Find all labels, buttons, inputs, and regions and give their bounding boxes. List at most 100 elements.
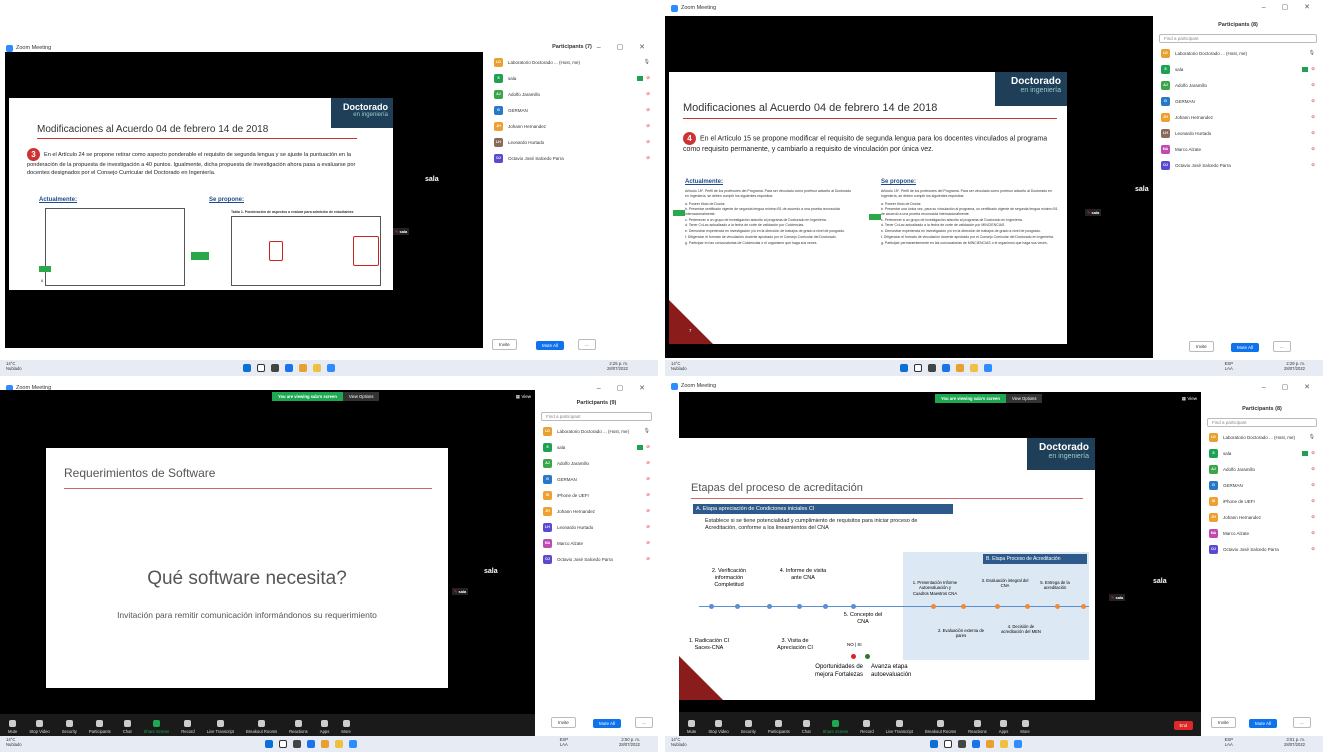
windows-start-icon[interactable] <box>900 364 908 372</box>
view-button[interactable]: ▦ View <box>516 394 531 400</box>
participant-row[interactable]: ID iPhone de UEFI ⊘ <box>535 487 658 503</box>
video-on-icon[interactable] <box>1302 450 1309 456</box>
more-button[interactable]: ... <box>635 717 653 728</box>
edge-icon[interactable] <box>285 364 293 372</box>
control-live-transcript[interactable]: Live Transcript <box>886 720 913 734</box>
mic-muted-icon[interactable]: ⊘ <box>646 91 650 97</box>
more-button[interactable]: ... <box>578 339 596 350</box>
participant-row[interactable]: LD Laboratorio Doctorado ... (Host, me) 🎙 <box>1201 429 1323 445</box>
participant-row[interactable]: OJ Octavio José Salcedo Parra ⊘ <box>486 150 658 166</box>
task-view-icon[interactable] <box>928 364 936 372</box>
participant-row[interactable]: MA Marco Alzate ⊘ <box>1201 525 1323 541</box>
mic-muted-icon[interactable]: ⊘ <box>1311 482 1315 488</box>
participant-row[interactable]: AJ Adolfo Jaramillo ⊘ <box>535 455 658 471</box>
control-share-screen[interactable]: Share Screen <box>144 720 169 734</box>
participant-row[interactable]: LD Laboratorio Doctorado ... (Host, me) 🎙 <box>486 54 658 70</box>
mic-muted-icon[interactable]: ⊘ <box>646 460 650 466</box>
window-controls[interactable]: – ▢ ✕ <box>1262 383 1317 391</box>
task-view-icon[interactable] <box>271 364 279 372</box>
invite-button[interactable]: Invite <box>1189 341 1214 352</box>
invite-button[interactable]: Invite <box>1211 717 1236 728</box>
participant-row[interactable]: ID iPhone de UEFI ⊘ <box>1201 493 1323 509</box>
participant-row[interactable]: AJ Adolfo Jaramillo ⊘ <box>486 86 658 102</box>
file-explorer-icon[interactable] <box>313 364 321 372</box>
participant-row[interactable]: MA Marco Alzate ⊘ <box>1153 141 1323 157</box>
participant-row[interactable]: OJ Octavio José Salcedo Parra ⊘ <box>535 551 658 567</box>
control-more[interactable]: More <box>1020 720 1030 734</box>
mic-muted-icon[interactable]: ⊘ <box>646 556 650 562</box>
control-live-transcript[interactable]: Live Transcript <box>207 720 234 734</box>
edge-icon[interactable] <box>972 740 980 748</box>
participant-row[interactable]: AJ Adolfo Jaramillo ⊘ <box>1201 461 1323 477</box>
window-controls[interactable]: – ▢ ✕ <box>597 43 652 51</box>
mic-muted-icon[interactable]: ⊘ <box>646 476 650 482</box>
participant-row[interactable]: JH Johann Hernandez ⊘ <box>486 118 658 134</box>
view-options-button[interactable]: View Options <box>1005 394 1043 403</box>
participant-row[interactable]: JH Johann Hernandez ⊘ <box>1153 109 1323 125</box>
participant-row[interactable]: G GERMAN ⊘ <box>535 471 658 487</box>
video-on-icon[interactable] <box>1302 66 1309 72</box>
participant-row[interactable]: LH Leonardo Hurtado ⊘ <box>535 519 658 535</box>
search-icon[interactable] <box>279 740 287 748</box>
participant-row[interactable]: Ssala ⊘ <box>535 439 658 455</box>
mic-muted-icon[interactable]: ⊘ <box>646 139 650 145</box>
mic-muted-icon[interactable]: ⊘ <box>1311 514 1315 520</box>
video-on-icon[interactable] <box>637 444 644 450</box>
participant-row[interactable]: G GERMAN ⊘ <box>1201 477 1323 493</box>
participant-row[interactable]: LH Leonardo Hurtado ⊘ <box>1153 125 1323 141</box>
participant-row[interactable]: MA Marco Alzate ⊘ <box>535 535 658 551</box>
language-indicator[interactable]: ESP LAA <box>1225 737 1233 747</box>
participant-row[interactable]: JH Johann Hernandez ⊘ <box>1201 509 1323 525</box>
control-breakout-rooms[interactable]: Breakout Rooms <box>246 720 277 734</box>
control-mute[interactable]: Mute <box>687 720 696 734</box>
video-on-icon[interactable] <box>637 75 644 81</box>
mic-muted-icon[interactable]: ⊘ <box>1311 114 1315 120</box>
more-button[interactable]: ... <box>1293 717 1311 728</box>
task-view-icon[interactable] <box>293 740 301 748</box>
mic-muted-icon[interactable]: ⊘ <box>1311 130 1315 136</box>
chrome-icon[interactable] <box>956 364 964 372</box>
windows-start-icon[interactable] <box>243 364 251 372</box>
mic-muted-icon[interactable]: ⊘ <box>646 492 650 498</box>
participant-row[interactable]: OJ Octavio José Salcedo Parra ⊘ <box>1201 541 1323 557</box>
search-input[interactable]: Find a participant <box>1207 418 1317 427</box>
edge-icon[interactable] <box>307 740 315 748</box>
control-breakout-rooms[interactable]: Breakout Rooms <box>925 720 956 734</box>
mic-muted-icon[interactable]: ⊘ <box>646 540 650 546</box>
participant-row[interactable]: Ssala ⊘ <box>486 70 658 86</box>
participant-row[interactable]: LH Leonardo Hurtado ⊘ <box>486 134 658 150</box>
mic-icon[interactable]: 🎙 <box>644 59 650 65</box>
participant-row[interactable]: AJ Adolfo Jaramillo ⊘ <box>1153 77 1323 93</box>
mic-muted-icon[interactable]: ⊘ <box>646 444 650 450</box>
weather-widget[interactable]: 14°C Nublado <box>6 361 22 371</box>
mic-muted-icon[interactable]: ⊘ <box>1311 498 1315 504</box>
control-participants[interactable]: Participants <box>768 720 790 734</box>
clock[interactable]: 2:50 p. m. 28/07/2022 <box>619 737 640 747</box>
search-icon[interactable] <box>914 364 922 372</box>
mic-muted-icon[interactable]: ⊘ <box>646 75 650 81</box>
participant-row[interactable]: Ssala ⊘ <box>1201 445 1323 461</box>
mic-muted-icon[interactable]: ⊘ <box>646 524 650 530</box>
control-more[interactable]: More <box>341 720 351 734</box>
mic-muted-icon[interactable]: ⊘ <box>1311 466 1315 472</box>
mic-icon[interactable]: 🎙 <box>1309 50 1315 56</box>
search-icon[interactable] <box>257 364 265 372</box>
windows-start-icon[interactable] <box>930 740 938 748</box>
participant-row[interactable]: JH Johann Hernandez ⊘ <box>535 503 658 519</box>
mic-muted-icon[interactable]: ⊘ <box>1311 82 1315 88</box>
control-reactions[interactable]: Reactions <box>968 720 987 734</box>
window-controls[interactable]: – ▢ ✕ <box>1262 3 1317 11</box>
end-button[interactable]: End <box>1173 721 1193 730</box>
clock[interactable]: 3:01 p. m. 28/07/2022 <box>1284 737 1305 747</box>
clock[interactable]: 2:25 p. m. 28/07/2022 <box>607 361 628 371</box>
mic-icon[interactable]: 🎙 <box>1309 434 1315 440</box>
file-explorer-icon[interactable] <box>1000 740 1008 748</box>
control-participants[interactable]: Participants <box>89 720 111 734</box>
control-mute[interactable]: Mute <box>8 720 17 734</box>
participant-row[interactable]: Ssala ⊘ <box>1153 61 1323 77</box>
file-explorer-icon[interactable] <box>970 364 978 372</box>
view-options-button[interactable]: View Options <box>342 392 380 401</box>
mic-muted-icon[interactable]: ⊘ <box>646 508 650 514</box>
zoom-taskbar-icon[interactable] <box>984 364 992 372</box>
participant-row[interactable]: LD Laboratorio Doctorado ... (Host, me) 🎙 <box>535 423 658 439</box>
